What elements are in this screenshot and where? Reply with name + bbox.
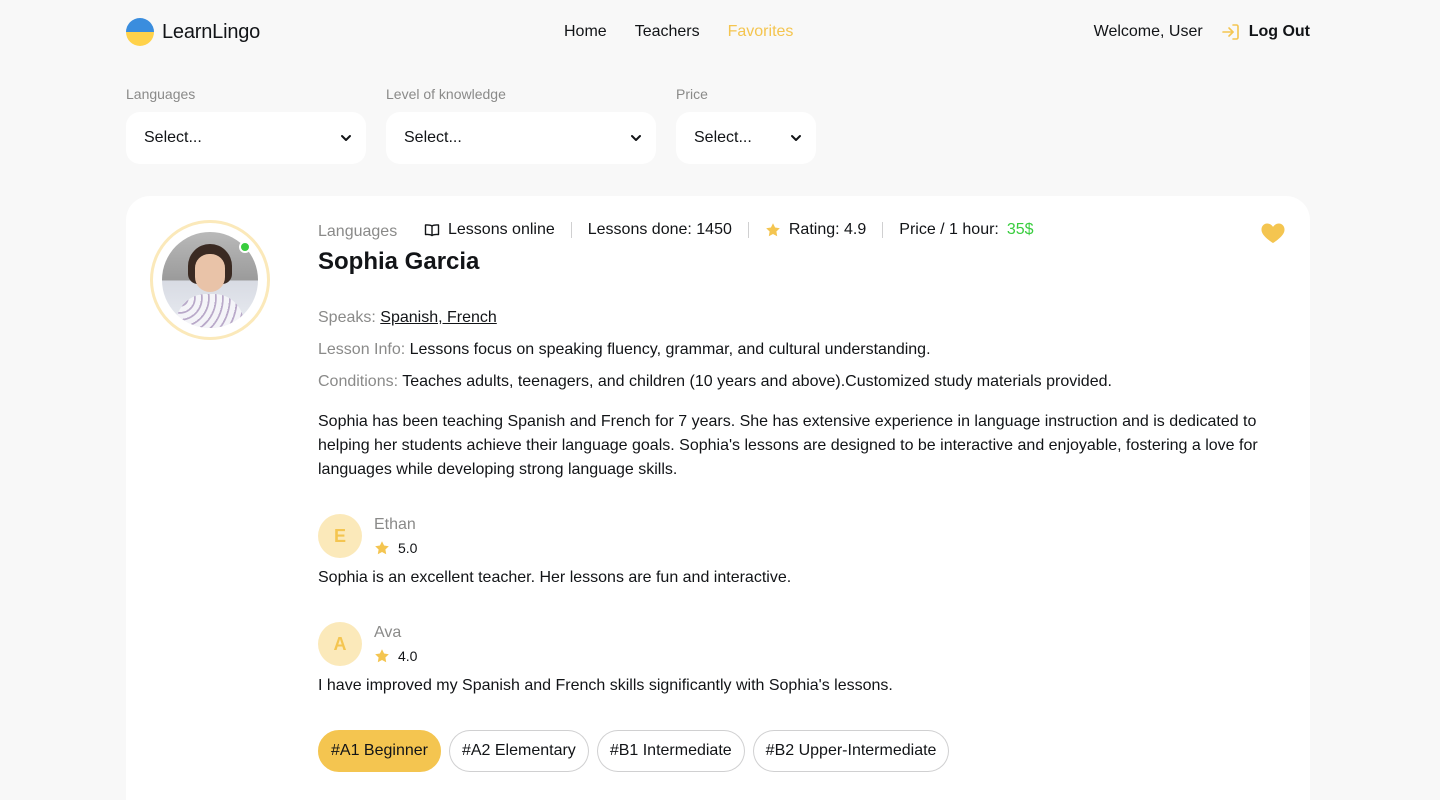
ukraine-flag-circle-icon [126, 18, 154, 46]
reviewer-name: Ethan [374, 516, 416, 533]
site-header: LearnLingo Home Teachers Favorites Welco… [126, 0, 1310, 64]
log-in-arrow-icon [1221, 24, 1239, 40]
review-meta: Ava 4.0 [374, 623, 417, 665]
languages-label: Languages [318, 223, 398, 240]
filter-price-label: Price [676, 86, 708, 102]
filters-bar: Languages Select... Level of knowledge S… [126, 86, 816, 164]
filter-languages: Languages Select... [126, 86, 366, 164]
lesson-info-key: Lesson Info: [318, 341, 410, 358]
logout-label: Log Out [1248, 23, 1310, 40]
lesson-info-line: Lesson Info: Lessons focus on speaking f… [318, 338, 1286, 362]
reviewer-avatar: A [318, 622, 362, 666]
speaks-value[interactable]: Spanish, French [380, 309, 497, 326]
filter-price: Price Select... [676, 86, 816, 164]
chevron-down-icon [341, 135, 351, 141]
level-select-value: Select... [404, 129, 462, 146]
lesson-info-value: Lessons focus on speaking fluency, gramm… [409, 341, 931, 358]
teacher-card: Lessons online Lessons done: 1450 Rating… [126, 196, 1310, 800]
level-tag-b2[interactable]: #B2 Upper-Intermediate [752, 730, 950, 772]
nav-favorites[interactable]: Favorites [728, 23, 794, 41]
star-icon [375, 649, 389, 663]
user-area: Welcome, User Log Out [1094, 22, 1310, 42]
chevron-down-icon [631, 135, 641, 141]
review-meta: Ethan 5.0 [374, 515, 417, 557]
teacher-name: Sophia Garcia [318, 248, 480, 275]
review-text: I have improved my Spanish and French sk… [318, 677, 893, 694]
level-select[interactable]: Select... [386, 112, 656, 164]
languages-select[interactable]: Select... [126, 112, 366, 164]
nav-teachers[interactable]: Teachers [635, 23, 700, 41]
review-rating: 5.0 [374, 539, 417, 557]
review-rating-value: 4.0 [398, 648, 418, 664]
review-rating-value: 5.0 [398, 540, 418, 556]
review-rating: 4.0 [374, 647, 417, 665]
nav-home[interactable]: Home [564, 23, 607, 41]
teacher-avatar-ring [150, 220, 270, 340]
filter-level-label: Level of knowledge [386, 86, 506, 102]
conditions-line: Conditions: Teaches adults, teenagers, a… [318, 370, 1286, 394]
logo-link[interactable]: LearnLingo [126, 18, 260, 46]
level-tag-a1[interactable]: #A1 Beginner [318, 730, 441, 772]
level-tags: #A1 Beginner #A2 Elementary #B1 Intermed… [318, 730, 1286, 772]
teacher-bio: Sophia has been teaching Spanish and Fre… [318, 413, 1258, 478]
conditions-key: Conditions: [318, 373, 403, 390]
level-tag-b1[interactable]: #B1 Intermediate [596, 730, 745, 772]
logout-button[interactable]: Log Out [1221, 22, 1310, 42]
star-icon [375, 541, 389, 555]
review-item: E Ethan 5.0 Sophia is an excellent teach… [318, 514, 1286, 590]
level-tag-a2[interactable]: #A2 Elementary [448, 730, 589, 772]
filter-languages-label: Languages [126, 86, 196, 102]
price-select-value: Select... [694, 129, 752, 146]
languages-select-value: Select... [144, 129, 202, 146]
reviewer-name: Ava [374, 624, 402, 641]
speaks-key: Speaks: [318, 309, 381, 326]
logo-text: LearnLingo [162, 20, 261, 43]
review-header: E Ethan 5.0 [318, 514, 1286, 558]
review-text: Sophia is an excellent teacher. Her less… [318, 569, 792, 586]
welcome-text: Welcome, User [1093, 23, 1203, 40]
review-item: A Ava 4.0 I have improved my Spanish and… [318, 622, 1286, 698]
teacher-info: Speaks: Spanish, French Lesson Info: Les… [318, 306, 1286, 394]
main-nav: Home Teachers Favorites [564, 23, 793, 41]
reviewer-avatar: E [318, 514, 362, 558]
teacher-content: Languages Sophia Garcia Speaks: Spanish,… [318, 220, 1286, 772]
online-status-dot [239, 241, 251, 253]
filter-level: Level of knowledge Select... [386, 86, 656, 164]
conditions-value: Teaches adults, teenagers, and children … [402, 373, 1112, 390]
review-header: A Ava 4.0 [318, 622, 1286, 666]
speaks-line: Speaks: Spanish, French [318, 306, 1286, 330]
price-select[interactable]: Select... [676, 112, 816, 164]
chevron-down-icon [791, 135, 801, 141]
